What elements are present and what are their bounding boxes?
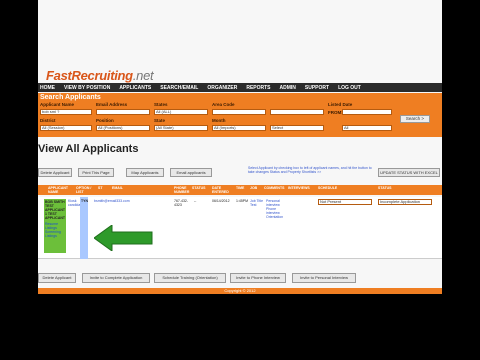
update-status-button[interactable]: UPDATE STATUS WITH EXCEL — [378, 168, 440, 177]
map-applicants-button[interactable]: Map Applicants — [126, 168, 164, 177]
time-cell: 1:45PM — [236, 199, 249, 203]
email-applicants-button[interactable]: Email applicants — [170, 168, 212, 177]
label-month: Month — [212, 118, 226, 123]
invite-phone-interview-button[interactable]: Invite to Phone Interview — [230, 273, 286, 283]
th-status2[interactable]: STATUS — [378, 186, 404, 190]
th-option[interactable]: OPTION / LIST — [76, 186, 94, 194]
th-email[interactable]: EMAIL — [112, 186, 142, 190]
label-states: States — [154, 102, 168, 107]
invite-personal-interview-button[interactable]: Invite to Personal Interview — [292, 273, 356, 283]
applicant-name-text[interactable]: BOB SMITH TEST APPLICANT 1 TEST APPLICAN… — [44, 199, 66, 221]
th-time[interactable]: TIME — [236, 186, 250, 190]
black-bottom-area — [38, 294, 442, 360]
th-date[interactable]: DATE ENTERED — [212, 186, 234, 194]
th-applicant-name[interactable]: APPLICANT NAME — [48, 186, 70, 194]
states-select[interactable]: All (ALL) — [154, 109, 208, 115]
position-select[interactable]: All (Positions) — [96, 125, 150, 131]
date-cell: 06/14/2012 — [212, 199, 230, 203]
search-button[interactable]: Search > — [400, 115, 430, 123]
search-title: Search Applicants — [40, 94, 101, 101]
green-arrow-icon — [94, 225, 153, 251]
th-status[interactable]: STATUS — [192, 186, 210, 190]
label-listed-date: Listed Date — [328, 102, 353, 107]
applicant-name-input[interactable]: bob smi ? — [40, 109, 92, 115]
th-interviews[interactable]: INTERVIEWS — [288, 186, 310, 190]
main-nav: HOME VIEW BY POSITION APPLICANTS SEARCH/… — [38, 83, 442, 92]
delete-applicant-bottom-button[interactable]: Delete Applicant — [38, 273, 76, 283]
logo-main: FastRecruiting — [46, 68, 133, 83]
date-input[interactable] — [270, 109, 324, 115]
st-column-highlight — [80, 197, 88, 259]
app-window: FastRecruiting.net HOME VIEW BY POSITION… — [38, 0, 442, 360]
app-logo[interactable]: FastRecruiting.net — [46, 68, 154, 83]
logo-suffix: .net — [132, 68, 154, 83]
schedule-select[interactable]: Not Present — [318, 199, 372, 205]
phone-cell: 767-432-4323 — [174, 199, 189, 207]
nav-applicants[interactable]: APPLICANTS — [119, 85, 151, 91]
nav-log-out[interactable]: LOG OUT — [338, 85, 361, 91]
label-area-code: Area Code — [212, 102, 235, 107]
print-page-button[interactable]: Print This Page — [78, 168, 114, 177]
area-code-input[interactable] — [212, 109, 266, 115]
applicant-links[interactable]: Resume Listings Screening Listings — [44, 221, 66, 239]
nav-home[interactable]: HOME — [40, 85, 55, 91]
label-district: District — [40, 118, 56, 123]
th-comments[interactable]: COMMENTS — [264, 186, 284, 190]
st-cell: TYN — [81, 199, 88, 203]
nav-support[interactable]: SUPPORT — [305, 85, 329, 91]
page-title: View All Applicants — [38, 143, 139, 155]
option-cell[interactable]: Kiosk candidate — [68, 199, 83, 207]
th-schedule[interactable]: SCHEDULE — [318, 186, 344, 190]
label-position: Position — [96, 118, 114, 123]
label-applicant-name: Applicant Name — [40, 102, 75, 107]
from-date-input[interactable] — [342, 109, 392, 115]
th-phone[interactable]: PHONE NUMBER — [174, 186, 190, 194]
nav-organizer[interactable]: ORGANIZER — [207, 85, 237, 91]
invite-complete-application-button[interactable]: Invite to Complete Application — [82, 273, 150, 283]
label-state: State — [154, 118, 166, 123]
label-email: Email Address — [96, 102, 128, 107]
email-cell[interactable]: bsmith@email333.com — [94, 199, 172, 203]
month-select[interactable]: All (Imports) — [212, 125, 266, 131]
status-cell: -- — [194, 199, 197, 203]
nav-view-by-position[interactable]: VIEW BY POSITION — [64, 85, 110, 91]
district-select[interactable]: All (Session) — [40, 125, 92, 131]
generic-select[interactable]: Select — [270, 125, 324, 131]
delete-applicant-button[interactable]: Delete Applicant — [38, 168, 72, 177]
th-st[interactable]: ST — [98, 186, 108, 190]
nav-admin[interactable]: ADMIN — [280, 85, 296, 91]
to-select[interactable]: All — [342, 125, 392, 131]
schedule-training-button[interactable]: Schedule Training (Orientation) — [154, 273, 226, 283]
job-cell[interactable]: Job Title Test — [250, 199, 264, 207]
interviews-cell[interactable]: Personal interview Phone interview Orien… — [266, 199, 290, 219]
th-job[interactable]: JOB — [250, 186, 262, 190]
nav-search-email[interactable]: SEARCH/EMAIL — [160, 85, 198, 91]
applicant-name-highlight[interactable]: BOB SMITH TEST APPLICANT 1 TEST APPLICAN… — [44, 199, 66, 253]
status-select[interactable]: Incomplete Application — [378, 199, 432, 205]
label-from: FROM: — [328, 110, 343, 115]
selection-hint: Select Applicant by checking box to left… — [248, 166, 372, 174]
email-input[interactable] — [96, 109, 150, 115]
nav-reports[interactable]: REPORTS — [246, 85, 270, 91]
state-select[interactable]: (All State) — [154, 125, 208, 131]
